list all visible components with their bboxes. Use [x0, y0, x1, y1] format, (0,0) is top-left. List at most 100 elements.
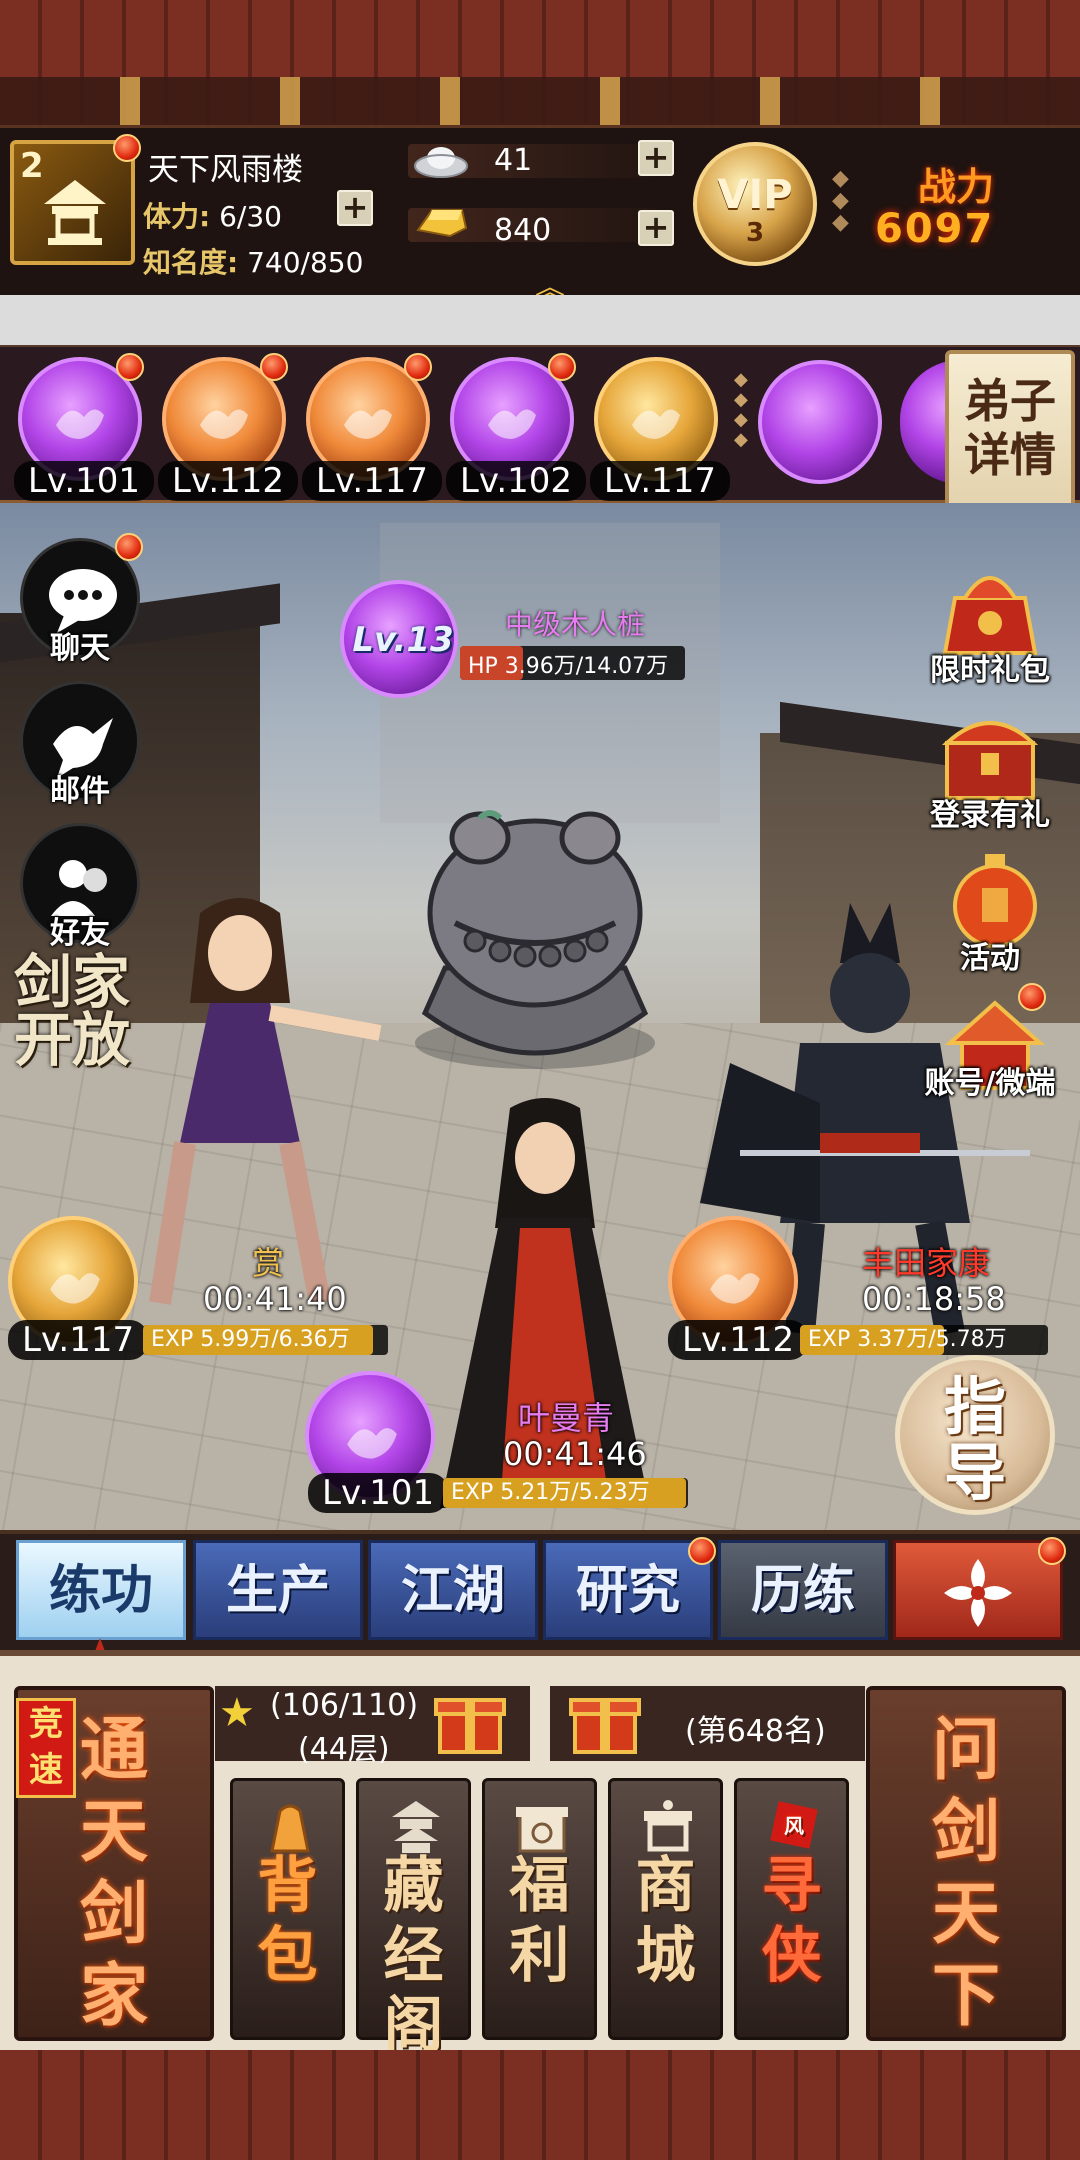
- hero-exp-bar: EXP 3.37万/5.78万: [800, 1325, 1048, 1355]
- disciple-detail-label: 弟子 详情: [964, 374, 1056, 482]
- tongtian-label: 通天剑家: [79, 1711, 148, 2036]
- hero-exp-bar: EXP 5.21万/5.23万: [443, 1478, 688, 1508]
- hero-timer: 00:41:46: [503, 1435, 647, 1473]
- notification-dot: [404, 353, 432, 381]
- hero-level: Lv.112: [668, 1320, 809, 1360]
- notification-dot: [548, 353, 576, 381]
- target-hp-text: HP 3.96万/14.07万: [468, 654, 669, 679]
- welfare-button[interactable]: 福利: [482, 1778, 597, 2040]
- disciple-detail-button[interactable]: 弟子 详情: [945, 350, 1075, 518]
- hero-level: Lv.117: [8, 1320, 149, 1360]
- dragon-emblem-icon: [632, 409, 680, 439]
- jianjia-open-button[interactable]: 剑家 开放: [14, 953, 134, 1083]
- coin-box-icon: [516, 1807, 568, 1853]
- vip-badge[interactable]: VIP 3: [693, 142, 817, 266]
- add-silver-button[interactable]: +: [638, 140, 674, 176]
- gift-box-icon: [569, 1698, 641, 1754]
- tab-training[interactable]: 历练: [718, 1540, 888, 1640]
- svg-text:风: 风: [784, 1814, 804, 1838]
- fame-stat: 知名度: 740/850: [143, 241, 363, 281]
- dragon-emblem-icon: [710, 1273, 760, 1304]
- hero-timer: 00:41:40: [203, 1280, 347, 1318]
- stamina-label: 体力:: [143, 200, 211, 233]
- notification-dot: [113, 134, 141, 162]
- roof-decoration-bottom: [0, 2050, 1080, 2160]
- dragon-emblem-icon: [50, 1273, 100, 1304]
- tab-jianghu[interactable]: 江湖: [368, 1540, 538, 1640]
- dragon-emblem-icon: [200, 409, 248, 439]
- notification-dot: [1038, 1537, 1066, 1565]
- tab-practice[interactable]: 练功: [16, 1540, 186, 1640]
- player-header: 2 天下风雨楼 体力: 6/30 + 知名度: 740/850 41 + 840…: [0, 125, 1080, 306]
- target-level-badge: Lv.13: [340, 580, 458, 698]
- shop-stall-icon: [644, 1800, 692, 1852]
- disciple-chip[interactable]: Lv.101: [14, 353, 154, 501]
- add-stamina-button[interactable]: +: [337, 190, 373, 226]
- silver-value: 41: [494, 143, 533, 178]
- fame-value: 740/850: [247, 246, 364, 279]
- gold-bars-icon: [416, 209, 468, 238]
- pagoda-icon: [392, 1801, 440, 1853]
- hero-name: 丰田家康: [862, 1244, 991, 1282]
- guide-button[interactable]: 指导: [895, 1355, 1055, 1515]
- disciple-chip[interactable]: Lv.117: [590, 357, 730, 501]
- activity-label: 活动: [960, 941, 1020, 976]
- notification-dot: [1018, 983, 1046, 1011]
- bag-button[interactable]: 背包: [230, 1778, 345, 2040]
- tower-progress-box[interactable]: ★ (106/110) (44层): [215, 1686, 530, 1767]
- hero-level: Lv.101: [308, 1473, 449, 1513]
- disciple-level: Lv.112: [158, 461, 298, 501]
- shop-label: 商城: [635, 1851, 696, 1991]
- mail-label: 邮件: [50, 774, 110, 809]
- add-gold-button[interactable]: +: [638, 210, 674, 246]
- disciple-coin-extra[interactable]: [758, 360, 882, 484]
- tab-more[interactable]: [893, 1537, 1066, 1640]
- dragon-emblem-icon: [344, 409, 392, 439]
- hero-timer: 00:18:58: [862, 1280, 1006, 1318]
- disciple-level: Lv.101: [14, 461, 154, 501]
- hero-name: 叶曼青: [518, 1399, 615, 1437]
- library-label: 藏经阁: [383, 1851, 444, 2061]
- star-icon: ★: [219, 1690, 255, 1736]
- pavilion-icon: [44, 180, 106, 245]
- shop-button[interactable]: 商城: [608, 1778, 723, 2040]
- tower-progress: (106/110): [270, 1688, 419, 1723]
- roof-decoration: [0, 0, 1080, 125]
- speed-badge: 竞速: [16, 1698, 76, 1798]
- jianjia-open-label: 剑家 开放: [14, 948, 131, 1074]
- stamina-stat: 体力: 6/30: [143, 195, 282, 235]
- battle-scene: 聊天 邮件 好友 剑家 开放 限时礼包 登录有礼 活动 账号/微端 Lv.13 …: [0, 503, 1080, 1530]
- divider-ornament: ◆ ◆ ◆ ◆: [734, 369, 748, 450]
- expand-chevron-icon[interactable]: ︽: [525, 263, 575, 306]
- wooden-dummy-toad[interactable]: [385, 763, 685, 1083]
- guide-label: 指导: [943, 1370, 1006, 1509]
- disciple-chip[interactable]: Lv.112: [158, 353, 298, 501]
- tab-bar: 练功 生产 江湖 研究 历练: [0, 1530, 1080, 1670]
- friends-label: 好友: [50, 916, 110, 951]
- bottom-panel: 通天剑家 竞速 ★ (106/110) (44层) (第648名) 问剑天下 背…: [0, 1650, 1080, 2061]
- rank-box[interactable]: (第648名): [550, 1686, 865, 1761]
- disciple-chip[interactable]: Lv.102: [446, 353, 586, 501]
- gold-value: 840: [494, 213, 552, 248]
- library-button[interactable]: 藏经阁: [356, 1778, 471, 2061]
- speed-badge-label: 竞速: [29, 1704, 63, 1790]
- hero-exp-text: EXP 5.99万/6.36万: [151, 1327, 350, 1352]
- disciple-level: Lv.117: [590, 461, 730, 501]
- wenjian-button[interactable]: 问剑天下: [866, 1686, 1066, 2041]
- player-avatar[interactable]: 2: [10, 134, 141, 265]
- target-name: 中级木人桩: [505, 608, 646, 641]
- bag-icon: [270, 1804, 310, 1853]
- hero-name: 赏: [252, 1244, 285, 1282]
- gift-label: 限时礼包: [930, 653, 1050, 688]
- disciple-chip[interactable]: Lv.117: [302, 353, 442, 501]
- seek-hero-button[interactable]: 风 寻侠: [734, 1778, 849, 2040]
- tab-research[interactable]: 研究: [543, 1537, 716, 1640]
- dragon-emblem-icon: [488, 409, 536, 439]
- tab-research-label: 研究: [575, 1561, 680, 1621]
- tower-floor: (44层): [298, 1732, 390, 1767]
- tab-produce[interactable]: 生产: [193, 1540, 363, 1640]
- seal-icon: 风: [770, 1801, 818, 1849]
- target-level: Lv.13: [352, 620, 454, 660]
- welfare-label: 福利: [509, 1851, 570, 1991]
- login-label: 登录有礼: [930, 798, 1050, 833]
